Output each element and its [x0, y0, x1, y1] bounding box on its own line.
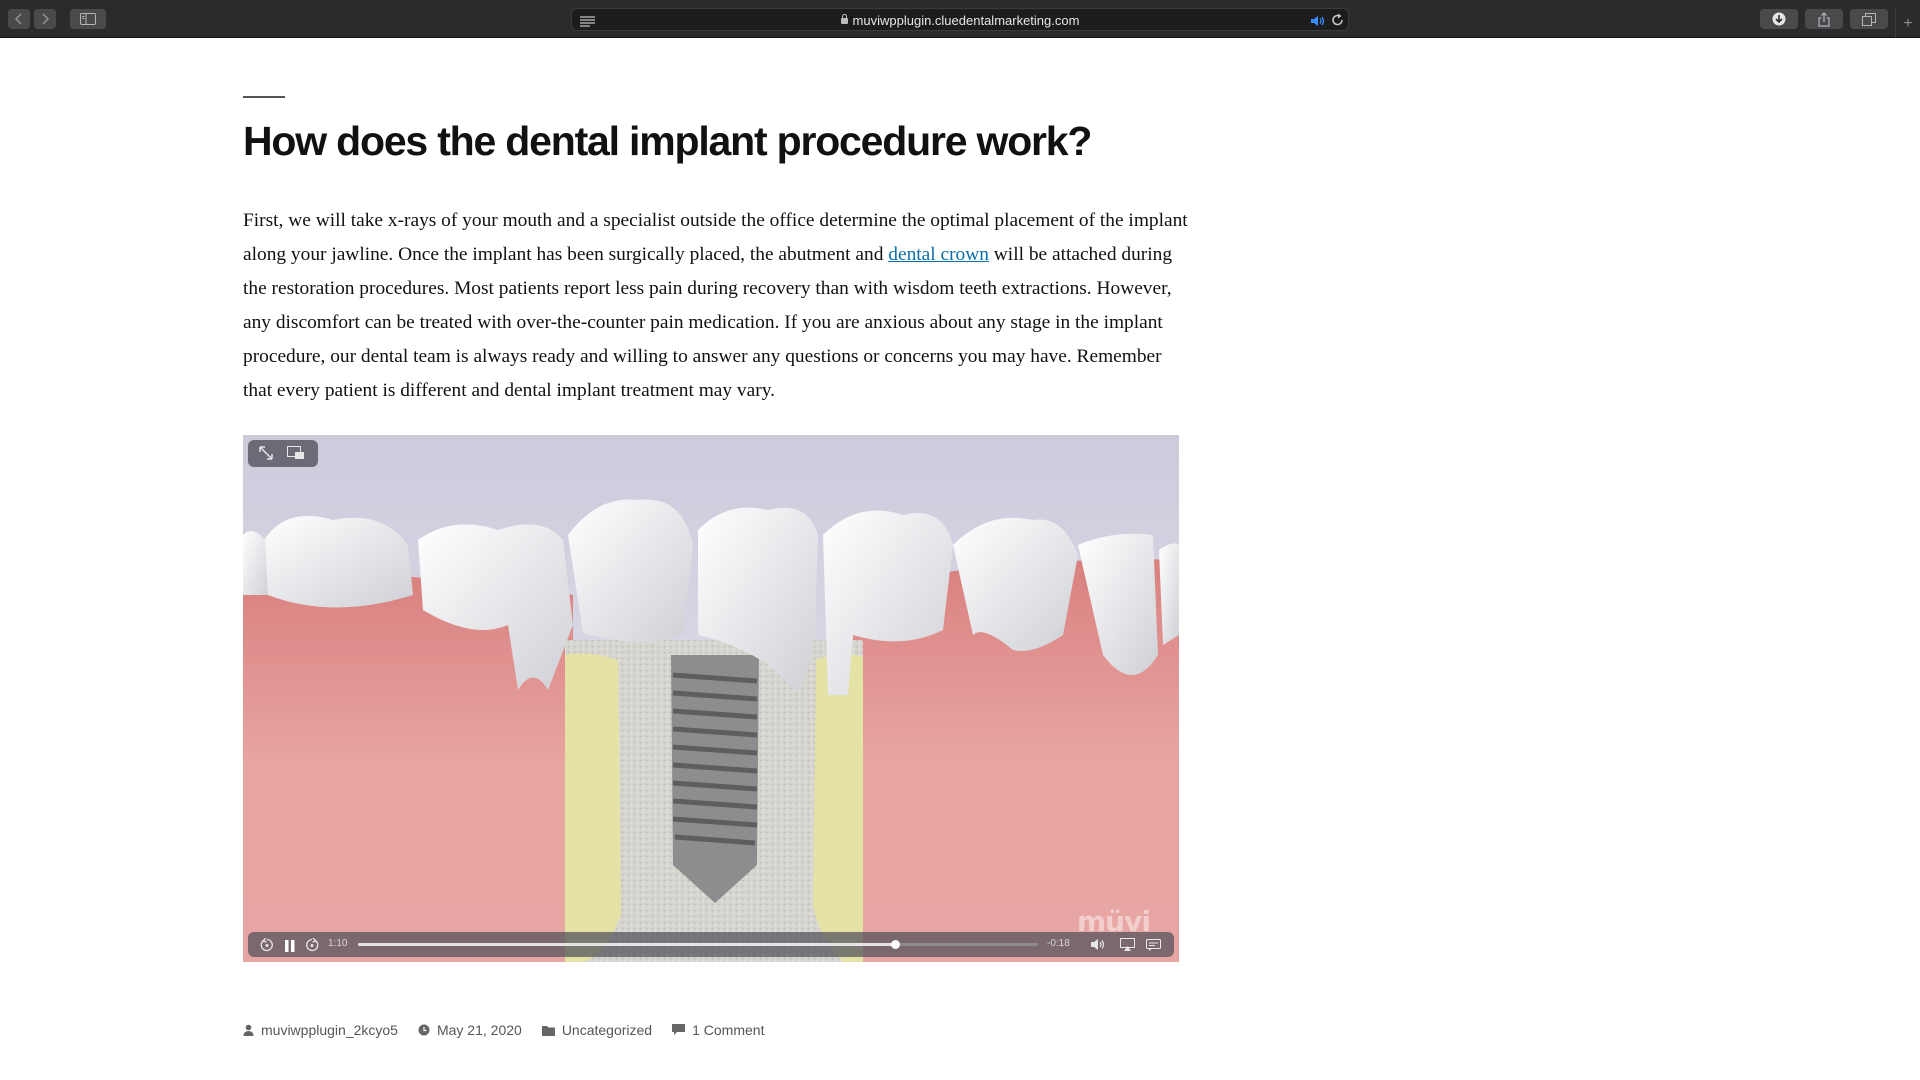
post-comments: 1 Comment [672, 1022, 764, 1038]
lock-icon [840, 14, 848, 24]
back-icon [14, 13, 22, 25]
paragraph-text-2: will be attached during the restoration … [243, 244, 1173, 401]
author-link[interactable]: muviwpplugin_2kcyo5 [261, 1022, 398, 1038]
dental-implant-animation-frame [243, 435, 1179, 962]
page-title: How does the dental implant procedure wo… [243, 118, 1092, 164]
dental-crown-link[interactable]: dental crown [888, 244, 989, 265]
volume-icon[interactable] [1090, 938, 1106, 956]
forward-icon [42, 13, 50, 25]
skip-back-icon[interactable] [260, 937, 274, 957]
elapsed-time: 1:10 [328, 938, 348, 949]
speaker-icon[interactable] [1310, 14, 1326, 32]
date-link[interactable]: May 21, 2020 [437, 1022, 522, 1038]
url-display[interactable]: muviwpplugin.cluedentalmarketing.com [572, 13, 1348, 28]
reload-icon[interactable] [1331, 13, 1344, 32]
article-paragraph: First, we will take x-rays of your mouth… [243, 204, 1188, 408]
video-control-bar: 1:10 -0:18 [248, 932, 1174, 957]
implant-screw [671, 655, 759, 903]
captions-icon[interactable] [1146, 938, 1161, 956]
title-divider [243, 96, 285, 98]
downloads-button[interactable] [1760, 9, 1798, 29]
share-icon [1818, 11, 1830, 27]
video-player[interactable]: müvi 1:10 -0:18 [243, 435, 1179, 962]
folder-icon [541, 1025, 555, 1036]
pause-icon[interactable] [285, 939, 295, 957]
post-meta: muviwpplugin_2kcyo5 May 21, 2020 Uncateg… [243, 1022, 784, 1038]
new-tab-button[interactable]: + [1895, 9, 1920, 38]
airplay-icon[interactable] [1120, 938, 1135, 956]
clock-icon [418, 1024, 430, 1036]
video-scrubber[interactable] [358, 940, 1038, 949]
fullscreen-icon[interactable] [259, 446, 273, 465]
url-text: muviwpplugin.cluedentalmarketing.com [852, 13, 1080, 28]
post-category: Uncategorized [541, 1022, 652, 1038]
remaining-time: -0:18 [1047, 938, 1070, 949]
person-icon [243, 1024, 254, 1036]
skip-forward-icon[interactable] [305, 937, 319, 957]
video-top-controls [248, 440, 318, 467]
sidebar-icon [80, 13, 96, 25]
scrubber-progress [358, 943, 896, 946]
forward-button[interactable] [34, 9, 56, 29]
download-icon [1772, 12, 1786, 26]
post-date: May 21, 2020 [418, 1022, 522, 1038]
address-bar[interactable]: muviwpplugin.cluedentalmarketing.com [571, 8, 1349, 31]
post-author: muviwpplugin_2kcyo5 [243, 1022, 398, 1038]
comment-icon [672, 1024, 686, 1036]
sidebar-button[interactable] [70, 9, 106, 29]
share-button[interactable] [1805, 9, 1843, 29]
browser-toolbar: muviwpplugin.cluedentalmarketing.com + [0, 0, 1920, 38]
comments-link[interactable]: 1 Comment [692, 1022, 764, 1038]
pip-icon[interactable] [287, 446, 305, 465]
scrubber-handle[interactable] [891, 940, 901, 949]
tabs-icon [1862, 12, 1876, 26]
tabs-overview-button[interactable] [1850, 9, 1888, 29]
category-link[interactable]: Uncategorized [562, 1022, 652, 1038]
back-button[interactable] [8, 9, 30, 29]
